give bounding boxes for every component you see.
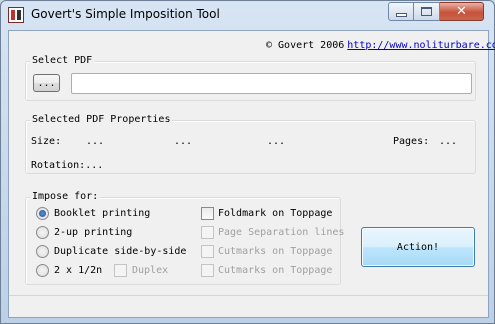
foldmark-label[interactable]: Foldmark on Toppage xyxy=(218,208,332,219)
foldmark-checkbox[interactable] xyxy=(201,207,214,220)
pdf-path-field[interactable] xyxy=(71,73,472,94)
impose-group: Impose for: Booklet printing 2-up printi… xyxy=(25,191,345,285)
copyright-text: © Govert 2006 xyxy=(266,40,345,51)
two-up-radio[interactable] xyxy=(36,226,49,239)
separation-lines-label: Page Separation lines xyxy=(218,227,345,238)
size-label: Size: xyxy=(31,136,62,147)
minimize-icon xyxy=(397,14,406,16)
cutmarks-checkbox-1[interactable] xyxy=(201,245,214,258)
size-value-2: ... xyxy=(174,136,193,147)
app-window: Govert's Simple Imposition Tool ✕ © Gove… xyxy=(0,0,495,324)
rotation-value: ... xyxy=(85,160,104,171)
two-up-label[interactable]: 2-up printing xyxy=(54,227,132,238)
status-bar xyxy=(9,295,488,317)
two-by-half-radio[interactable] xyxy=(36,264,49,277)
cutmarks-checkbox-2[interactable] xyxy=(201,264,214,277)
duplex-label: Duplex xyxy=(132,265,169,276)
cutmarks-label-2: Cutmarks on Toppage xyxy=(218,265,333,276)
rotation-label-text: Rotation: xyxy=(31,160,86,171)
duplicate-radio[interactable] xyxy=(36,245,49,258)
size-value-1: ... xyxy=(86,136,105,147)
select-pdf-group: Select PDF ... xyxy=(25,55,476,101)
close-icon: ✕ xyxy=(456,4,467,19)
separation-lines-checkbox[interactable] xyxy=(201,226,214,239)
maximize-button[interactable] xyxy=(414,2,440,21)
window-title: Govert's Simple Imposition Tool xyxy=(31,7,220,21)
app-icon xyxy=(8,7,24,23)
minimize-button[interactable] xyxy=(388,2,414,21)
copyright-line: © Govert 2006 http://www.noliturbare.com xyxy=(266,40,495,51)
browse-button[interactable]: ... xyxy=(33,74,60,92)
booklet-label[interactable]: Booklet printing xyxy=(54,208,150,219)
pages-label: Pages: xyxy=(393,136,430,147)
action-button[interactable]: Action! xyxy=(361,227,475,267)
close-button[interactable]: ✕ xyxy=(440,2,484,21)
pdf-properties-group: Selected PDF Properties Size: ... ... ..… xyxy=(25,114,476,174)
select-pdf-legend: Select PDF xyxy=(30,55,95,66)
two-by-half-label[interactable]: 2 x 1/2n xyxy=(54,265,102,276)
main-panel: © Govert 2006 http://www.noliturbare.com … xyxy=(8,30,495,318)
properties-legend: Selected PDF Properties xyxy=(30,114,173,125)
pages-value: ... xyxy=(439,136,458,147)
impose-legend: Impose for: xyxy=(30,191,101,202)
maximize-icon xyxy=(421,7,432,16)
rotation-label: Rotation:... xyxy=(31,160,103,171)
duplicate-label[interactable]: Duplicate side-by-side xyxy=(54,246,186,257)
cutmarks-label-1: Cutmarks on Toppage xyxy=(218,246,333,257)
booklet-radio[interactable] xyxy=(36,207,49,220)
size-value-3: ... xyxy=(267,136,286,147)
duplex-checkbox[interactable] xyxy=(114,264,127,277)
title-bar[interactable]: Govert's Simple Imposition Tool ✕ xyxy=(1,1,494,29)
website-link[interactable]: http://www.noliturbare.com xyxy=(347,40,495,51)
